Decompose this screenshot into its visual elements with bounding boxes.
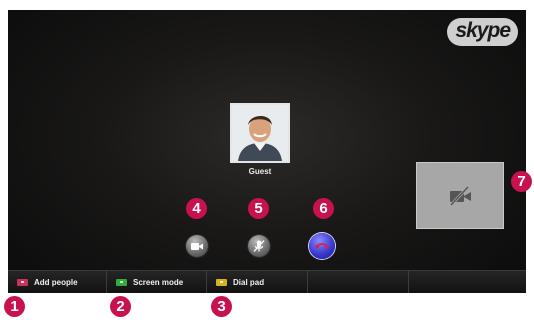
video-camera-icon xyxy=(191,243,203,250)
callout-badge-6: 6 xyxy=(313,198,334,219)
dial-pad-label: Dial pad xyxy=(233,277,265,287)
mute-button[interactable] xyxy=(248,235,270,257)
contact-name: Guest xyxy=(248,167,272,176)
green-key-icon xyxy=(116,278,127,286)
add-people-button[interactable]: Add people xyxy=(8,271,107,293)
screen-mode-button[interactable]: Screen mode xyxy=(107,271,207,293)
callout-badge-3: 3 xyxy=(211,296,232,317)
callout-badge-5: 5 xyxy=(248,198,269,219)
end-call-button[interactable] xyxy=(309,233,335,259)
callout-badge-4: 4 xyxy=(186,198,207,219)
contact-avatar xyxy=(230,103,290,163)
call-screen: skype Guest Add people Screen mode Dial … xyxy=(8,10,526,293)
dial-pad-button[interactable]: Dial pad xyxy=(207,271,308,293)
callout-badge-1: 1 xyxy=(4,296,25,317)
callout-badge-7: 7 xyxy=(511,171,532,192)
callout-badge-2: 2 xyxy=(110,296,131,317)
bottom-action-bar: Add people Screen mode Dial pad xyxy=(8,270,526,293)
bottom-bar-slot-empty xyxy=(308,271,409,293)
red-key-icon xyxy=(17,278,28,286)
self-view-window[interactable] xyxy=(416,162,504,229)
skype-logo: skype xyxy=(447,18,518,46)
screen-mode-label: Screen mode xyxy=(133,277,184,287)
microphone-muted-icon xyxy=(253,240,265,252)
video-toggle-button[interactable] xyxy=(186,235,208,257)
bottom-bar-slot-empty xyxy=(409,271,526,293)
add-people-label: Add people xyxy=(34,277,78,287)
yellow-key-icon xyxy=(216,278,227,286)
video-off-icon xyxy=(449,186,471,206)
hang-up-icon xyxy=(315,243,329,249)
